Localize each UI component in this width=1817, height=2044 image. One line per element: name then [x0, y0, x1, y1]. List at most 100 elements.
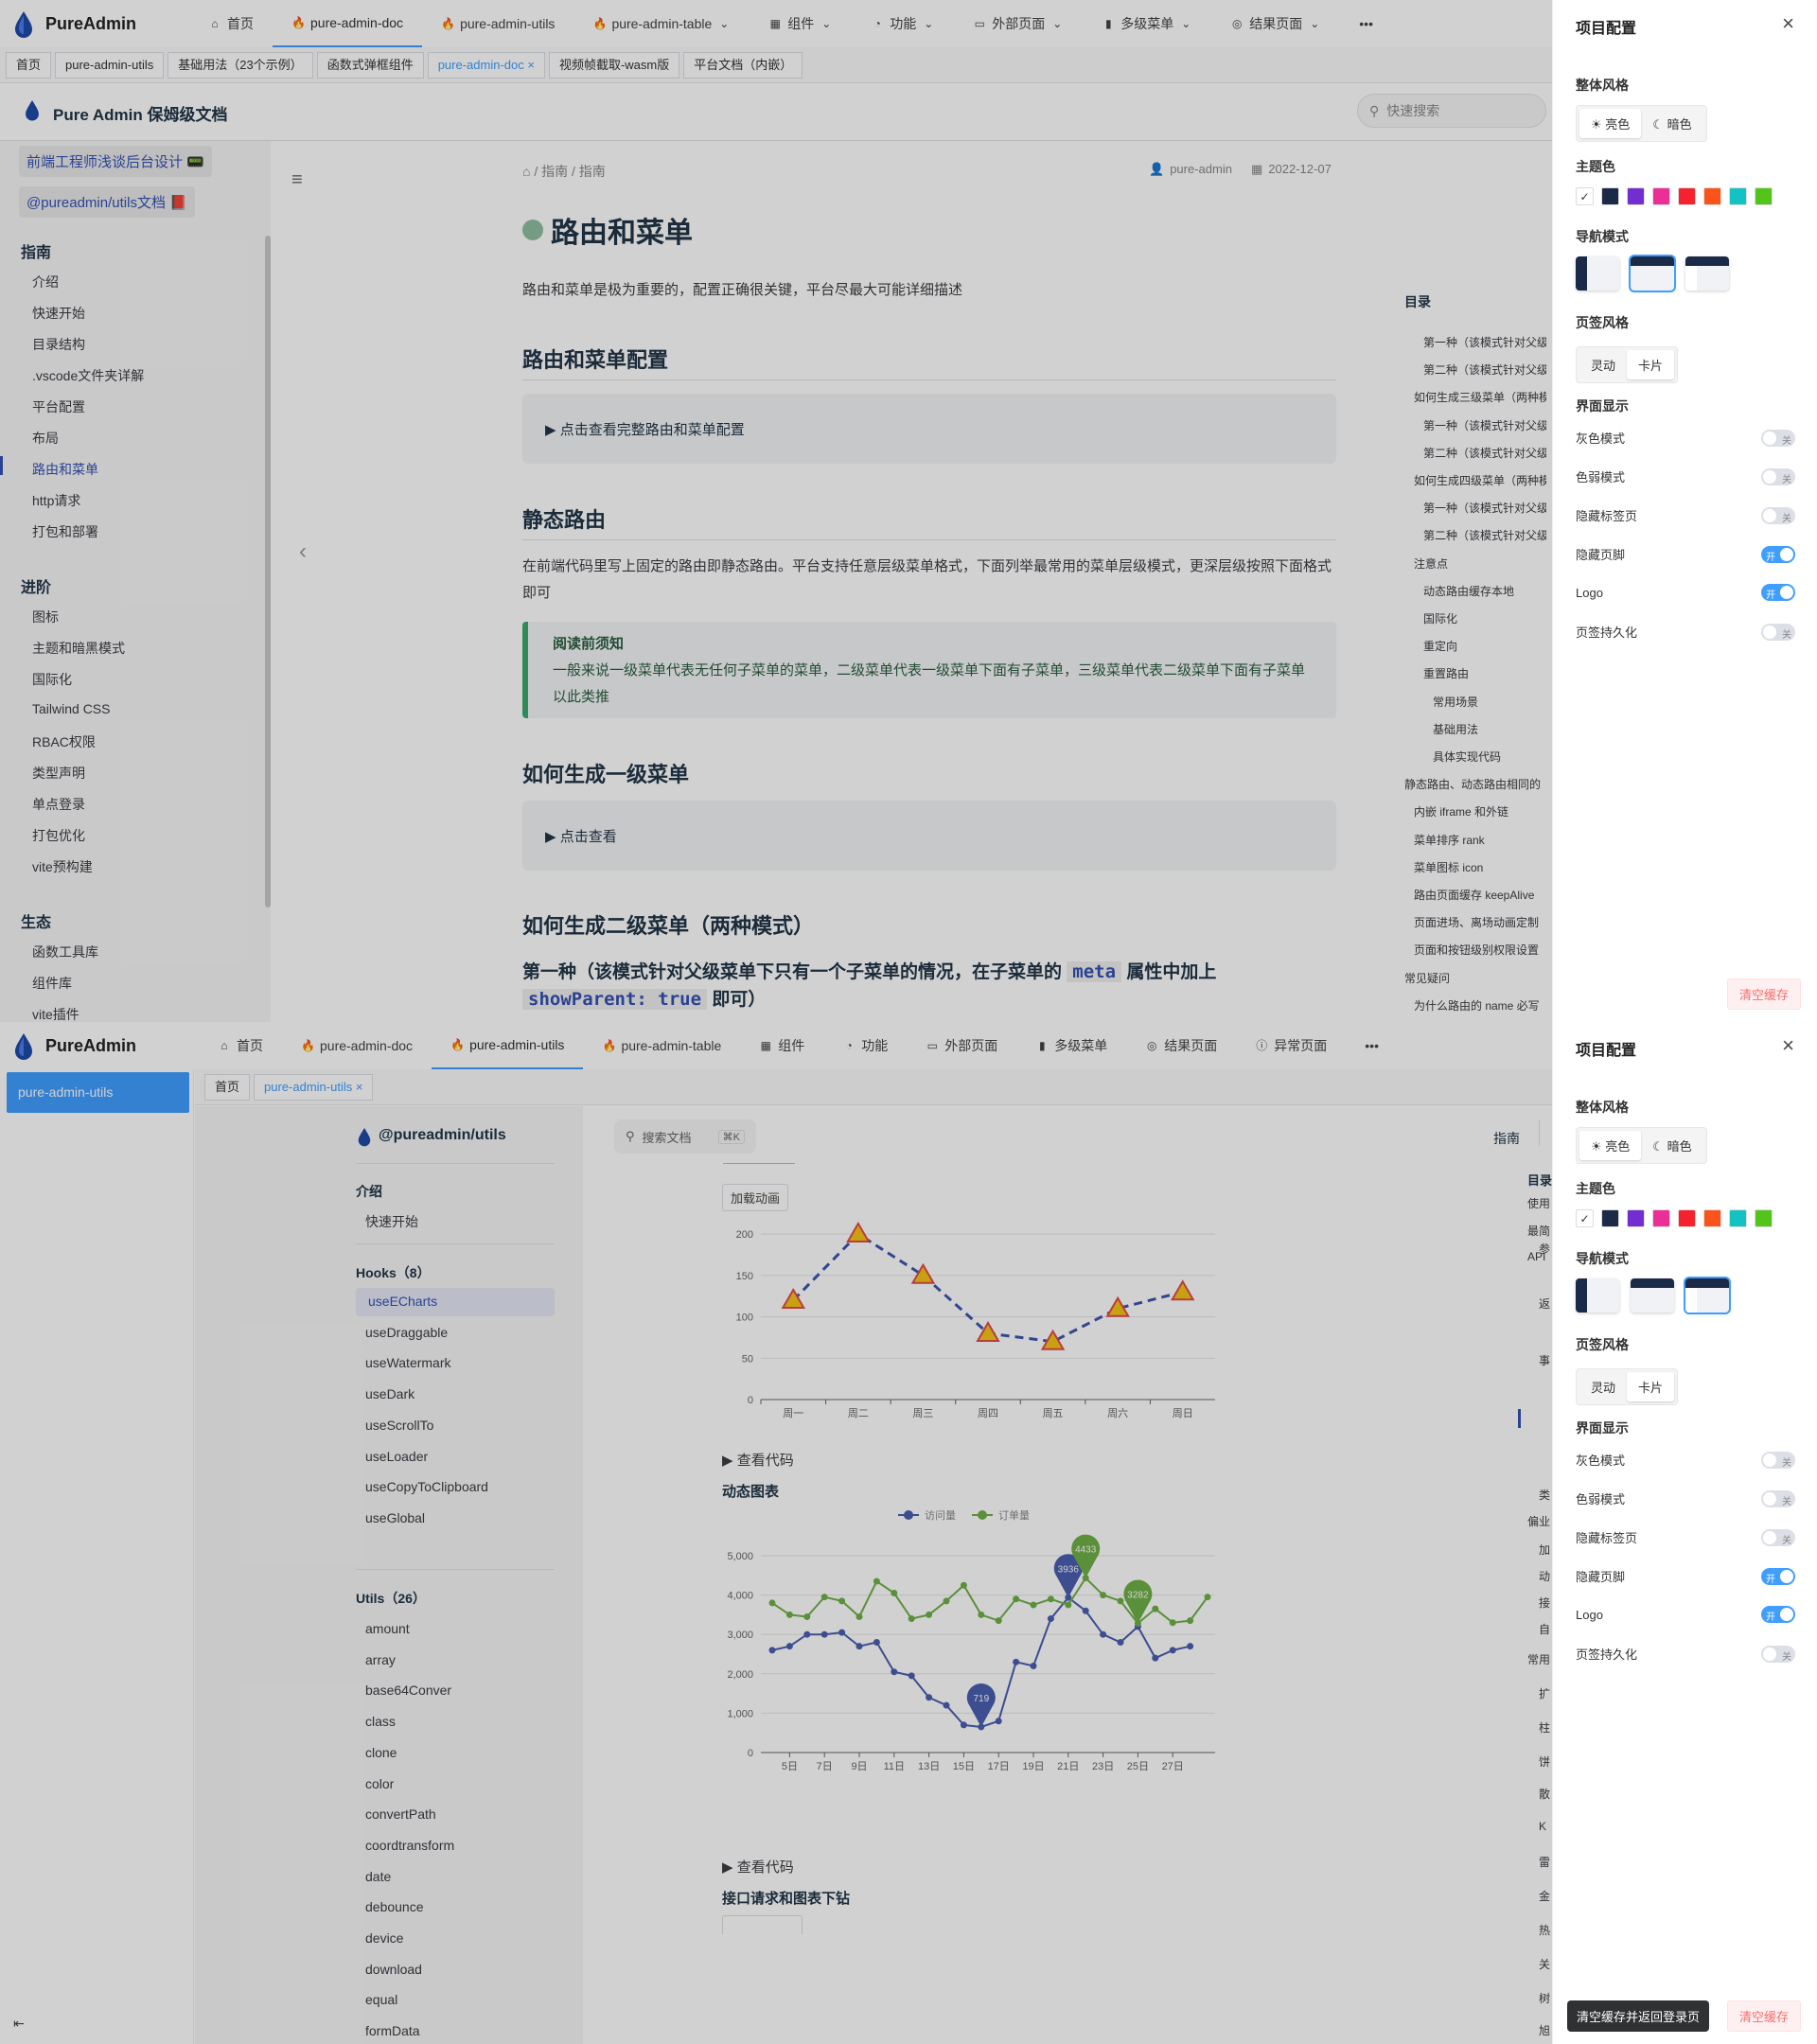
theme-swatch[interactable] — [1729, 187, 1747, 205]
sidebar-item[interactable]: 目录结构 — [32, 335, 85, 354]
theme-swatch[interactable] — [1729, 1209, 1747, 1227]
util-item[interactable]: device — [365, 1930, 403, 1946]
clear-cache-button[interactable]: 清空缓存 — [1727, 978, 1802, 1010]
toc-item[interactable]: 静态路由、动态路由相同的 — [1404, 776, 1546, 792]
toc-item[interactable]: 重置路由 — [1423, 665, 1546, 681]
util-item[interactable]: download — [365, 1962, 422, 1977]
sidebar-item[interactable]: 主题和暗黑模式 — [32, 639, 125, 658]
toc-item[interactable]: 注意点 — [1414, 555, 1546, 572]
theme-swatch[interactable] — [1627, 1209, 1645, 1227]
tab-style-option[interactable]: 卡片 — [1627, 350, 1675, 379]
nav-components[interactable]: ▦ 组件 ⌄ — [750, 0, 852, 47]
theme-swatch[interactable] — [1703, 1209, 1721, 1227]
nav-mode-option[interactable] — [1685, 256, 1729, 291]
sidebar-item[interactable]: Tailwind CSS — [32, 701, 110, 716]
theme-swatch[interactable] — [1678, 1209, 1696, 1227]
nav-exception[interactable]: ⓘ 异常页面 — [1236, 1022, 1346, 1069]
hook-item[interactable]: useLoader — [365, 1449, 428, 1464]
tag-home[interactable]: 首页 — [204, 1073, 251, 1101]
theme-style-segment[interactable]: ☀ 亮色 ☾ 暗色 — [1576, 1127, 1707, 1164]
tab-style-segment[interactable]: 灵动 卡片 — [1576, 1368, 1679, 1405]
util-item[interactable]: debounce — [365, 1899, 424, 1914]
nav-result[interactable]: ◎ 结果页面 — [1126, 1022, 1236, 1069]
sidebar-item[interactable]: 国际化 — [32, 670, 72, 689]
toggle-switch[interactable]: 开 — [1761, 584, 1795, 601]
hook-item[interactable]: useDark — [365, 1386, 415, 1401]
theme-swatch[interactable] — [1627, 187, 1645, 205]
sidebar-item[interactable]: 平台配置 — [32, 397, 85, 416]
toc-item[interactable]: 具体实现代码 — [1433, 749, 1546, 765]
group-intro[interactable]: 介绍 — [356, 1182, 382, 1201]
promo-utils[interactable]: @pureadmin/utils文档 📕 — [19, 186, 195, 218]
tag-dialog[interactable]: 函数式弹框组件 — [316, 51, 424, 79]
hook-item[interactable]: useDraggable — [365, 1325, 448, 1340]
utils-title[interactable]: @pureadmin/utils — [379, 1127, 506, 1144]
util-item[interactable]: amount — [365, 1621, 410, 1636]
toc-item[interactable]: 内嵌 iframe 和外链 — [1414, 803, 1546, 819]
toc-item[interactable]: 常用 — [1527, 1651, 1552, 1667]
view-code-toggle[interactable]: ▶ 查看代码 — [722, 1450, 794, 1470]
collapse-icon[interactable]: ⇤ — [13, 2016, 25, 2032]
details-config[interactable]: ▶ 点击查看完整路由和菜单配置 — [522, 394, 1336, 464]
nav-pure-admin-utils[interactable]: 🔥 pure-admin-utils — [422, 0, 573, 47]
sidebar-group-advanced[interactable]: 进阶 — [21, 574, 51, 597]
doc-search[interactable]: ⚲ 快速搜索 — [1357, 94, 1546, 128]
nav-pure-admin-table[interactable]: 🔥 pure-admin-table — [583, 1022, 740, 1069]
sidebar-item[interactable]: 函数工具库 — [32, 943, 98, 961]
toc-item[interactable]: 如何生成三级菜单（两种模 — [1414, 389, 1546, 405]
sidebar-item[interactable]: 介绍 — [32, 273, 59, 291]
logo[interactable]: PureAdmin — [0, 0, 136, 47]
util-item[interactable]: convertPath — [365, 1806, 436, 1822]
toc-item[interactable]: 常见疑问 — [1404, 970, 1546, 986]
nav-external[interactable]: ▭ 外部页面 — [907, 1022, 1016, 1069]
nav-features[interactable]: ◔ 功能 ⌄ — [852, 0, 954, 47]
logo[interactable]: PureAdmin — [0, 1022, 136, 1069]
util-item[interactable]: coordtransform — [365, 1838, 454, 1853]
nav-pure-admin-utils[interactable]: 🔥 pure-admin-utils — [432, 1022, 584, 1069]
nav-mode-option[interactable] — [1576, 1278, 1619, 1313]
sidebar-item[interactable]: 布局 — [32, 429, 59, 448]
util-item[interactable]: array — [365, 1652, 396, 1667]
toggle-switch[interactable]: 开 — [1761, 1567, 1795, 1585]
sidebar-item[interactable]: vite插件 — [32, 1005, 79, 1022]
theme-swatch[interactable] — [1652, 1209, 1670, 1227]
toc-item[interactable]: 为什么路由的 name 必写 — [1414, 997, 1546, 1013]
details-level1[interactable]: ▶ 点击查看 — [522, 801, 1336, 871]
load-animation-button[interactable]: 加载动画 — [722, 1184, 789, 1211]
tag-utils[interactable]: pure-admin-utils — [55, 51, 165, 79]
nav-mode-option[interactable] — [1576, 256, 1619, 291]
group-hooks[interactable]: Hooks（8） — [356, 1263, 431, 1282]
close-icon[interactable]: × — [1782, 1033, 1794, 1058]
theme-swatch[interactable] — [1678, 187, 1696, 205]
dark-option[interactable]: ☾ 暗色 — [1641, 1131, 1702, 1160]
theme-swatch[interactable] — [1703, 187, 1721, 205]
util-item[interactable]: date — [365, 1869, 391, 1884]
toc-item[interactable]: 页面进场、离场动画定制 — [1414, 914, 1546, 930]
hook-item[interactable]: useGlobal — [365, 1510, 425, 1525]
nav-multi-menu[interactable]: ▮ 多级菜单 ⌄ — [1083, 0, 1211, 47]
promo-design[interactable]: 前端工程师浅谈后台设计 📟 — [19, 146, 212, 177]
item-quickstart[interactable]: 快速开始 — [365, 1212, 418, 1231]
nav-result[interactable]: ◎ 结果页面 ⌄ — [1211, 0, 1340, 47]
clear-cache-button[interactable]: 清空缓存 — [1727, 2000, 1802, 2032]
nav-home[interactable]: ⌂ 首页 — [199, 1022, 282, 1069]
util-item[interactable]: class — [365, 1714, 396, 1729]
sidebar-item[interactable]: .vscode文件夹详解 — [32, 366, 144, 385]
toc-item[interactable]: 重定向 — [1423, 638, 1546, 654]
tab-style-option[interactable]: 卡片 — [1627, 1372, 1675, 1401]
toggle-switch[interactable]: 关 — [1761, 429, 1795, 447]
toc-item[interactable]: 第二种（该模式针对父级 — [1423, 527, 1546, 543]
toc-item[interactable]: 国际化 — [1423, 610, 1546, 626]
toggle-switch[interactable]: 关 — [1761, 1451, 1795, 1469]
nav-pure-admin-table[interactable]: 🔥 pure-admin-table ⌄ — [573, 0, 750, 47]
hook-item[interactable]: useWatermark — [365, 1355, 451, 1370]
toc-item[interactable]: 页面和按钮级别权限设置 — [1414, 942, 1546, 958]
tag-platform[interactable]: 平台文档（内嵌） — [683, 51, 803, 79]
close-icon[interactable]: × — [1782, 11, 1794, 36]
sidebar-item[interactable]: 类型声明 — [32, 764, 85, 783]
more-icon[interactable]: ••• — [1340, 0, 1392, 47]
theme-swatch[interactable] — [1755, 1209, 1773, 1227]
toc-item[interactable]: 动态路由缓存本地 — [1423, 583, 1546, 599]
toc-item[interactable]: 第二种（该模式针对父级 — [1423, 445, 1546, 461]
toc-item[interactable]: 第一种（该模式针对父级 — [1423, 334, 1546, 350]
